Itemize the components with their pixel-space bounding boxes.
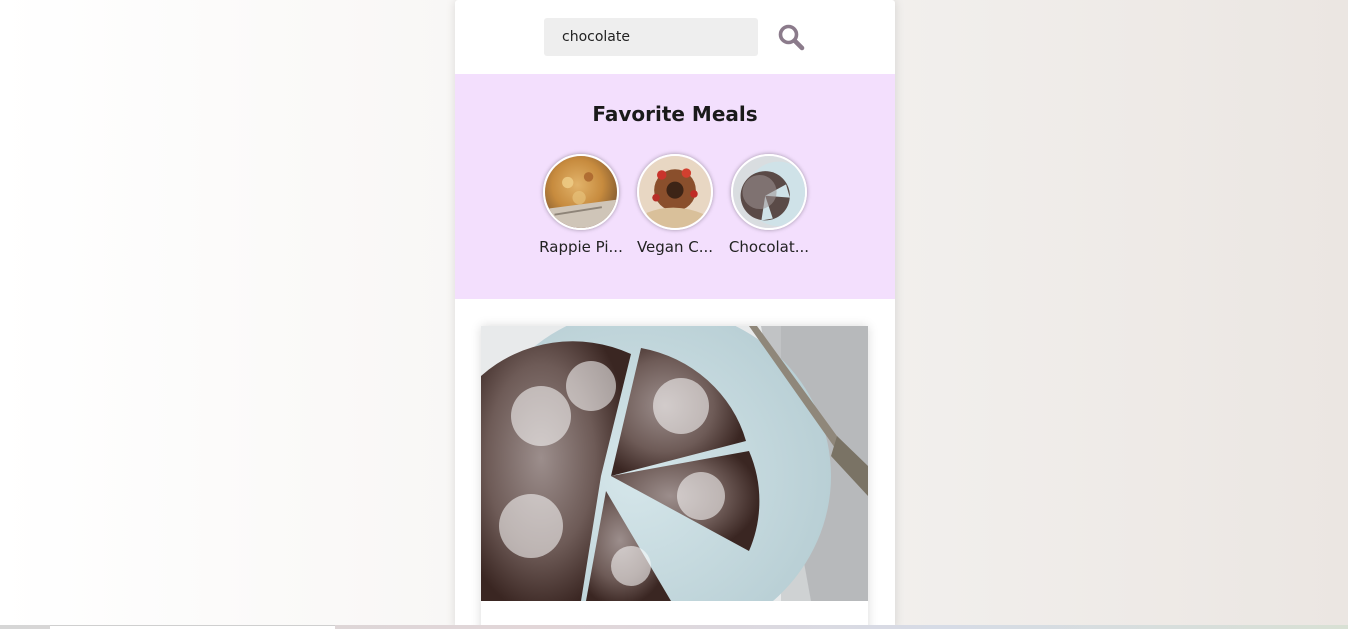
favorite-meal-image xyxy=(543,154,619,230)
app-container: Favorite Meals xyxy=(455,0,895,629)
favorite-meals-list: Rappie Pi... Vegan C... Chocolat... xyxy=(455,154,895,256)
search-input[interactable] xyxy=(544,18,758,56)
favorite-meals-section: Favorite Meals Rappie Pi... Vegan C... C… xyxy=(455,74,895,299)
favorite-meals-title: Favorite Meals xyxy=(592,102,758,126)
favorite-meal-item[interactable]: Rappie Pi... xyxy=(539,154,623,256)
favorite-meal-label: Chocolat... xyxy=(728,238,810,256)
favorite-meal-label: Vegan C... xyxy=(636,238,714,256)
search-button[interactable] xyxy=(776,22,806,52)
favorite-meal-image xyxy=(637,154,713,230)
search-icon xyxy=(778,24,805,51)
favorite-meal-item[interactable]: Chocolat... xyxy=(728,154,810,256)
favorite-meal-image xyxy=(731,154,807,230)
scrollbar-thumb[interactable] xyxy=(50,625,335,629)
meal-card[interactable] xyxy=(481,326,868,629)
header xyxy=(455,0,895,74)
favorite-meal-item[interactable]: Vegan C... xyxy=(636,154,714,256)
meal-image xyxy=(481,326,868,601)
favorite-meal-label: Rappie Pi... xyxy=(539,238,623,256)
